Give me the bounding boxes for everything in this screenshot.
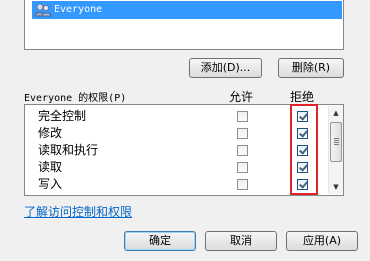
users-group-icon bbox=[34, 3, 52, 17]
scroll-down-arrow-icon[interactable]: ▼ bbox=[329, 180, 343, 194]
permission-row-write: 写入 bbox=[25, 176, 328, 193]
add-button[interactable]: 添加(D)... bbox=[189, 58, 262, 78]
scroll-up-arrow-icon[interactable]: ▲ bbox=[329, 106, 343, 120]
vertical-scrollbar[interactable]: ▲ ▼ bbox=[328, 106, 343, 194]
allow-checkbox-read[interactable] bbox=[237, 162, 248, 173]
allow-checkbox-read-execute[interactable] bbox=[237, 145, 248, 156]
permission-row-read-execute: 读取和执行 bbox=[25, 142, 328, 159]
user-list-item-everyone[interactable]: Everyone bbox=[32, 1, 342, 19]
ok-button[interactable]: 确定 bbox=[124, 231, 196, 251]
allow-checkbox-write[interactable] bbox=[237, 179, 248, 190]
cancel-button[interactable]: 取消 bbox=[205, 231, 277, 251]
permission-label: 完全控制 bbox=[38, 109, 87, 123]
permission-label: 写入 bbox=[38, 177, 63, 191]
access-control-help-link[interactable]: 了解访问控制和权限 bbox=[24, 203, 132, 220]
grip-icon bbox=[334, 138, 339, 145]
allow-column-header: 允许 bbox=[229, 90, 254, 104]
permission-row-full-control: 完全控制 bbox=[25, 108, 328, 125]
scroll-thumb[interactable] bbox=[330, 122, 342, 162]
permissions-title: Everyone 的权限(P) bbox=[24, 93, 127, 104]
user-list[interactable]: Everyone bbox=[24, 0, 344, 50]
permission-row-modify: 修改 bbox=[25, 125, 328, 142]
deny-column-header: 拒绝 bbox=[290, 90, 315, 104]
permission-label: 读取 bbox=[38, 160, 63, 174]
permission-label: 修改 bbox=[38, 126, 63, 140]
allow-checkbox-full-control[interactable] bbox=[237, 111, 248, 122]
permission-row-read: 读取 bbox=[25, 159, 328, 176]
allow-checkbox-modify[interactable] bbox=[237, 128, 248, 139]
apply-button[interactable]: 应用(A) bbox=[286, 231, 358, 251]
deny-column-highlight bbox=[290, 104, 318, 195]
user-name: Everyone bbox=[54, 4, 103, 15]
permission-label: 读取和执行 bbox=[38, 143, 99, 157]
remove-button[interactable]: 删除(R) bbox=[278, 58, 344, 78]
